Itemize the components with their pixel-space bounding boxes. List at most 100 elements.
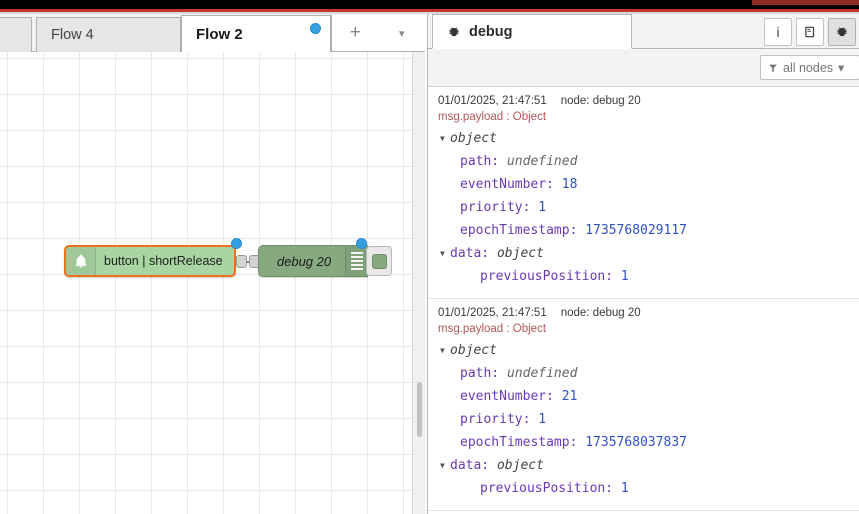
sidebar-tabbar: debug i (428, 14, 859, 49)
chevron-down-icon: ▾ (398, 27, 405, 40)
debug-property-row[interactable]: path: undefined (428, 362, 859, 385)
debug-property-key: path: (460, 154, 507, 169)
debug-property-value: 18 (561, 177, 578, 192)
book-glyph (805, 26, 815, 37)
debug-message-list[interactable]: 01/01/2025, 21:47:51 node: debug 20 msg.pa… (428, 87, 859, 514)
debug-object-root[interactable]: ▼ object (428, 339, 859, 362)
flow-editor: Flow 4 Flow 2 + ▾ button | shortRelease … (0, 14, 425, 514)
debug-property-key: priority: (460, 412, 539, 427)
node-debug-20[interactable]: debug 20 (258, 245, 368, 277)
debug-property-key: priority: (460, 200, 539, 215)
debug-property-key: data: (450, 246, 497, 261)
debug-sidebar: debug i all nodes ▾ 01/01/2025, 21:47:51… (427, 14, 859, 514)
debug-property-key: previousPosition: (480, 269, 621, 284)
debug-lines-icon (345, 246, 367, 276)
node-filter-select[interactable]: all nodes ▾ (760, 55, 859, 80)
debug-property-value: 1 (538, 412, 547, 427)
node-label: debug 20 (276, 253, 332, 269)
debug-property-value: 1 (620, 481, 629, 496)
debug-message-header: 01/01/2025, 21:47:51 node: debug 20 (428, 307, 859, 321)
debug-message-timestamp: 01/01/2025, 21:47:51 (438, 307, 547, 319)
debug-node-toggle-button[interactable] (366, 246, 392, 276)
sidebar-tool-buttons: i (764, 16, 856, 47)
debug-property-key: previousPosition: (480, 481, 621, 496)
debug-property-row[interactable]: priority: 1 (428, 196, 859, 219)
debug-property-row[interactable]: epochTimestamp: 1735768029117 (428, 219, 859, 242)
flow-menu-button[interactable]: ▾ (379, 15, 426, 51)
debug-property-value: 1735768037837 (585, 435, 687, 450)
debug-filter-bar: all nodes ▾ (428, 49, 859, 87)
debug-property-row[interactable]: previousPosition: 1 (428, 477, 859, 500)
debug-root-type: object (450, 131, 497, 146)
canvas-scrollbar-thumb[interactable] (417, 382, 422, 437)
funnel-icon (769, 64, 777, 72)
tab-debug-label: debug (469, 23, 513, 40)
flow-tab-flow-2[interactable]: Flow 2 (181, 15, 331, 52)
debug-property-key: epochTimestamp: (460, 435, 586, 450)
debug-property-value: undefined (506, 366, 578, 381)
debug-message-source[interactable]: node: debug 20 (561, 307, 641, 319)
flow-tab-label: Flow 2 (196, 25, 243, 43)
tab-debug[interactable]: debug (432, 14, 632, 49)
debug-property-row[interactable]: previousPosition: 1 (428, 265, 859, 288)
debug-property-value: 21 (561, 389, 578, 404)
flow-tabbar: Flow 4 Flow 2 + ▾ (0, 14, 425, 52)
debug-property-value: object (496, 458, 544, 473)
chevron-down-icon: ▾ (838, 61, 845, 75)
chevron-down-icon[interactable]: ▼ (440, 454, 450, 477)
node-red-editor: Flow 4 Flow 2 + ▾ button | shortRelease … (0, 0, 859, 514)
debug-message-source[interactable]: node: debug 20 (561, 95, 641, 107)
debug-message-topic: msg.payload : Object (438, 111, 547, 123)
node-debug-status-dot (356, 238, 367, 249)
debug-property-value: undefined (506, 154, 578, 169)
debug-property-row[interactable]: ▼ data: object (428, 454, 859, 477)
add-flow-button[interactable]: + (332, 15, 379, 51)
debug-property-row[interactable]: epochTimestamp: 1735768037837 (428, 431, 859, 454)
node-button-shortrelease[interactable]: button | shortRelease (64, 245, 236, 277)
flow-canvas[interactable]: button | shortRelease debug 20 (0, 52, 412, 514)
bug-glyph (837, 26, 847, 36)
debug-property-row[interactable]: ▼ data: object (428, 242, 859, 265)
debug-message-header: 01/01/2025, 21:47:51 node: debug 20 (428, 95, 859, 109)
debug-property-row[interactable]: eventNumber: 21 (428, 385, 859, 408)
flow-tab-flow-4[interactable]: Flow 4 (36, 17, 181, 52)
debug-property-value: 1 (538, 200, 547, 215)
node-filter-label: all nodes (783, 60, 834, 75)
debug-property-value: 1735768029117 (585, 223, 687, 238)
window-titlebar (0, 0, 859, 9)
bug-icon (449, 26, 459, 36)
debug-property-key: eventNumber: (460, 177, 562, 192)
debug-property-key: data: (450, 458, 497, 473)
debug-property-key: path: (460, 366, 507, 381)
debug-message[interactable]: 01/01/2025, 21:47:51 node: debug 20 msg.pa… (428, 299, 859, 511)
info-tool-glyph: i (776, 23, 780, 40)
debug-property-value: 1 (620, 269, 629, 284)
chevron-down-icon[interactable]: ▼ (440, 242, 450, 265)
book-icon[interactable] (796, 17, 824, 46)
node-label: button | shortRelease (104, 254, 223, 268)
flow-tab-status-dot (310, 23, 321, 34)
debug-property-row[interactable]: eventNumber: 18 (428, 173, 859, 196)
debug-property-value: object (496, 246, 544, 261)
bell-icon (66, 247, 96, 275)
node-button-status-dot (231, 238, 242, 249)
debug-object-root[interactable]: ▼ object (428, 127, 859, 150)
flow-tab-partial[interactable] (0, 17, 32, 52)
info-icon[interactable]: i (764, 17, 792, 46)
chevron-down-icon[interactable]: ▼ (440, 127, 450, 150)
bug-icon[interactable] (828, 17, 856, 46)
debug-property-row[interactable]: priority: 1 (428, 408, 859, 431)
debug-property-key: epochTimestamp: (460, 223, 586, 238)
debug-message[interactable]: 01/01/2025, 21:47:51 node: debug 20 msg.pa… (428, 87, 859, 299)
debug-toggle-indicator (371, 253, 387, 269)
titlebar-accent-segment (752, 0, 859, 5)
debug-property-row[interactable]: path: undefined (428, 150, 859, 173)
flow-tab-label: Flow 4 (51, 27, 94, 43)
debug-root-type: object (450, 343, 497, 358)
canvas-vertical-scrollbar[interactable] (412, 52, 425, 514)
debug-property-key: eventNumber: (460, 389, 562, 404)
flow-tab-actions: + ▾ (331, 15, 425, 52)
chevron-down-icon[interactable]: ▼ (440, 339, 450, 362)
plus-icon: + (349, 22, 361, 43)
debug-message-topic: msg.payload : Object (438, 323, 547, 335)
